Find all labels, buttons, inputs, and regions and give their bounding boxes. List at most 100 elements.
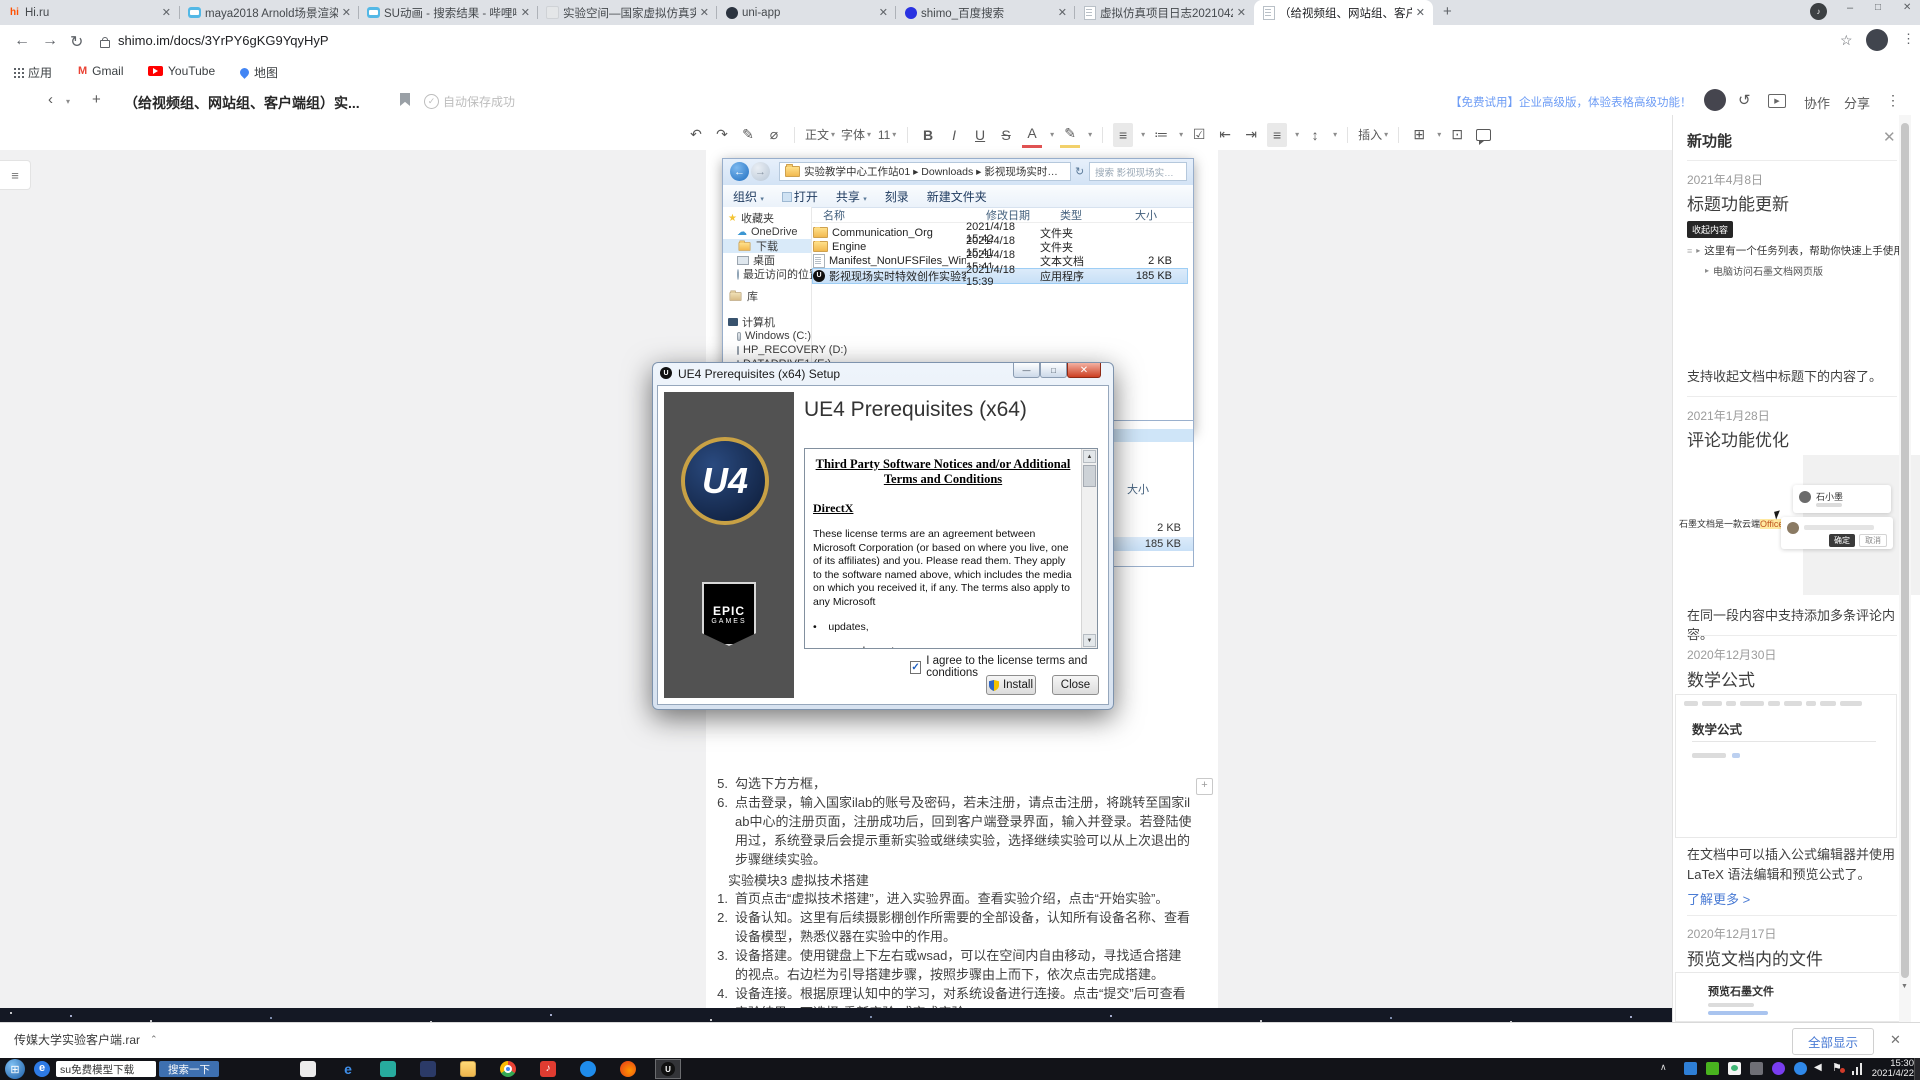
add-comment-icon[interactable]: +	[1196, 778, 1213, 795]
redo-icon[interactable]: ↷	[712, 123, 732, 147]
font-color-caret[interactable]: ▾	[1050, 130, 1054, 139]
ordered-list-button[interactable]: ≡	[1113, 123, 1133, 147]
highlight-button[interactable]: ✎	[1060, 121, 1080, 148]
highlight-caret[interactable]: ▾	[1088, 130, 1092, 139]
dialog-minimize-button[interactable]: —	[1013, 363, 1040, 378]
tab-close-icon[interactable]: ✕	[1058, 6, 1067, 19]
tab-project-log[interactable]: 虚拟仿真项目日志20210422-客 ✕	[1075, 0, 1254, 25]
font-color-button[interactable]: A	[1022, 121, 1042, 148]
doc-more-icon[interactable]: ⋮	[1886, 92, 1900, 109]
scroll-down-icon[interactable]: ▼	[1083, 634, 1096, 647]
tab-close-icon[interactable]: ✕	[162, 6, 171, 19]
panel-scrollbar[interactable]: ▼	[1899, 115, 1911, 1022]
tray-icon-green-chat[interactable]	[1706, 1062, 1719, 1075]
tab-close-icon[interactable]: ✕	[700, 6, 709, 19]
lock-icon[interactable]	[100, 40, 110, 48]
reload-icon[interactable]: ↻	[70, 32, 83, 52]
bullet-list-button[interactable]: ≔	[1151, 123, 1171, 147]
bookmark-apps[interactable]: 应用	[14, 64, 52, 81]
checklist-button[interactable]: ☑	[1189, 123, 1209, 147]
window-close-button[interactable]: ✕	[1903, 2, 1911, 13]
doc-back-icon[interactable]: ‹	[48, 91, 53, 108]
outdent-icon[interactable]: ⇤	[1215, 123, 1235, 147]
browser-menu-icon[interactable]: ⋮	[1902, 31, 1915, 47]
url-text[interactable]: shimo.im/docs/3YrPY6gKG9YqyHyP	[118, 33, 329, 48]
bookmark-star-icon[interactable]: ☆	[1840, 32, 1853, 49]
format-painter-icon[interactable]: ✎	[738, 123, 758, 147]
download-item[interactable]: 传媒大学实验客户端.rar ⌃	[14, 1031, 158, 1048]
scrollbar-thumb[interactable]	[1083, 465, 1096, 487]
media-control-icon[interactable]: ♪	[1810, 3, 1827, 20]
image-button[interactable]: ⊡	[1447, 123, 1467, 147]
bookmark-youtube[interactable]: YouTube	[148, 64, 215, 78]
tab-hi-ru[interactable]: hi Hi.ru ✕	[0, 0, 179, 25]
tab-shimo-baidu[interactable]: shimo_百度搜索 ✕	[896, 0, 1075, 25]
download-caret-icon[interactable]: ⌃	[150, 1034, 158, 1045]
agree-checkbox[interactable]: ✓	[910, 661, 921, 674]
tray-expand-icon[interactable]: ∧	[1660, 1062, 1667, 1073]
license-scrollbar[interactable]: ▲ ▼	[1081, 449, 1097, 648]
undo-icon[interactable]: ↶	[686, 123, 706, 147]
clear-format-icon[interactable]: ⌀	[764, 123, 784, 147]
bookmark-gmail[interactable]: M Gmail	[78, 64, 124, 78]
taskbar-app-firefox[interactable]	[620, 1061, 636, 1077]
taskbar-app-ie[interactable]: e	[340, 1061, 356, 1077]
taskbar-app-ue-client-active[interactable]: U	[655, 1059, 681, 1079]
user-avatar[interactable]	[1704, 89, 1726, 111]
tray-icon-blue[interactable]	[1684, 1062, 1697, 1075]
strikethrough-button[interactable]: S	[996, 123, 1016, 147]
back-icon[interactable]: ←	[14, 32, 30, 50]
volume-icon[interactable]: ◀	[1814, 1062, 1822, 1073]
dialog-maximize-button[interactable]: □	[1040, 363, 1067, 378]
taskbar-search-input[interactable]: su免费模型下载	[56, 1061, 156, 1077]
taskbar-clock[interactable]: 15:30 2021/4/22	[1868, 1058, 1914, 1080]
learn-more-link[interactable]: 了解更多 >	[1687, 889, 1750, 908]
panel-scrollbar-thumb[interactable]	[1901, 123, 1909, 978]
outline-toggle-button[interactable]: ≡	[0, 160, 31, 190]
dialog-close-button[interactable]: ✕	[1067, 363, 1101, 378]
comment-button[interactable]	[1473, 123, 1493, 147]
underline-button[interactable]: U	[970, 123, 990, 147]
taskbar-app-photos[interactable]	[300, 1061, 316, 1077]
font-select[interactable]: 字体▾	[841, 123, 871, 147]
indent-icon[interactable]: ⇥	[1241, 123, 1261, 147]
tab-close-icon[interactable]: ✕	[879, 6, 888, 19]
profile-avatar[interactable]	[1866, 29, 1888, 51]
close-button[interactable]: Close	[1052, 675, 1099, 695]
tab-maya[interactable]: maya2018 Arnold场景渲染基础 ✕	[180, 0, 359, 25]
doc-title[interactable]: （给视频组、网站组、客户端组）实...	[124, 93, 360, 113]
tab-current-doc[interactable]: （给视频组、网站组、客户端组） ✕	[1254, 0, 1433, 25]
ue4-setup-dialog[interactable]: U UE4 Prerequisites (x64) Setup — □ ✕ U4…	[652, 362, 1114, 710]
paragraph-style-select[interactable]: 正文▾	[805, 123, 835, 147]
bookmark-ribbon-icon[interactable]	[400, 93, 410, 106]
tab-close-icon[interactable]: ✕	[342, 6, 351, 19]
window-minimize-button[interactable]: –	[1847, 2, 1853, 14]
line-spacing-button[interactable]: ↕	[1305, 123, 1325, 147]
tray-icon-key[interactable]	[1794, 1062, 1807, 1075]
install-button[interactable]: Install	[986, 675, 1036, 695]
tab-close-icon[interactable]: ✕	[521, 6, 530, 19]
tab-ilab[interactable]: 实验空间—国家虚拟仿真实验教 ✕	[538, 0, 717, 25]
start-button[interactable]: ⊞	[5, 1059, 25, 1079]
network-signal-icon[interactable]	[1852, 1062, 1864, 1075]
forward-icon[interactable]: →	[42, 32, 58, 50]
show-desktop-button[interactable]	[1914, 1058, 1920, 1080]
panel-close-icon[interactable]: ✕	[1883, 128, 1896, 146]
bookmark-maps[interactable]: 地图	[240, 64, 278, 81]
taskbar-app-chrome[interactable]	[500, 1061, 516, 1077]
show-all-downloads-button[interactable]: 全部显示	[1792, 1028, 1874, 1055]
shelf-close-icon[interactable]: ✕	[1890, 1032, 1901, 1048]
font-size-select[interactable]: 11▾	[877, 123, 897, 147]
trial-promo-link[interactable]: 【免费试用】企业高级版，体验表格高级功能！	[1450, 94, 1692, 110]
new-tab-button[interactable]: +	[1443, 3, 1452, 20]
taskbar-search-button[interactable]: 搜索一下	[159, 1061, 219, 1077]
tab-close-icon[interactable]: ✕	[1416, 6, 1425, 19]
license-box[interactable]: Third Party Software Notices and/or Addi…	[804, 448, 1098, 649]
tray-icon-purple[interactable]	[1772, 1062, 1785, 1075]
taskbar-app-netease[interactable]: ♪	[540, 1061, 556, 1077]
italic-button[interactable]: I	[944, 123, 964, 147]
scroll-up-icon[interactable]: ▲	[1083, 450, 1096, 463]
window-maximize-button[interactable]: □	[1875, 2, 1881, 13]
tab-su-anim[interactable]: SU动画 - 搜索结果 - 哔哩哔哩弹 ✕	[359, 0, 538, 25]
tab-close-icon[interactable]: ✕	[1237, 6, 1246, 19]
